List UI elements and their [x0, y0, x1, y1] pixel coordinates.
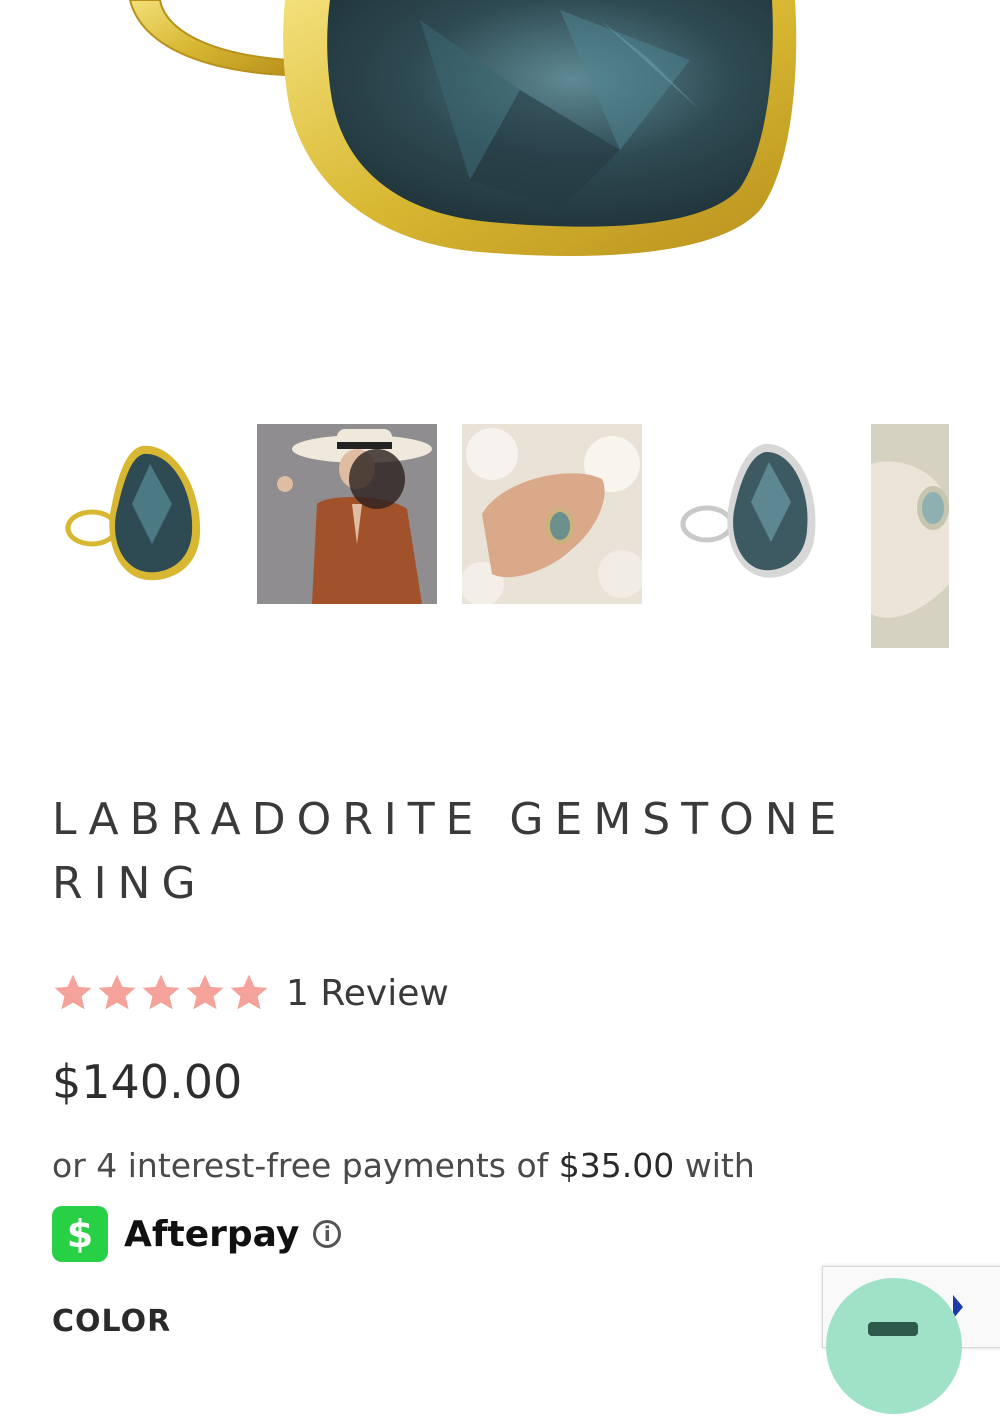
gold-ring-thumbnail[interactable]	[52, 424, 232, 604]
chat-icon	[868, 1322, 918, 1336]
chat-button[interactable]	[826, 1278, 962, 1414]
hand-photo-icon	[462, 424, 642, 604]
color-option-label: COLOR	[52, 1304, 172, 1339]
silver-ring-icon	[680, 443, 816, 578]
hand-flowers-thumbnail[interactable]	[462, 424, 642, 604]
video-thumbnail[interactable]	[871, 424, 949, 648]
star-icon	[54, 974, 92, 1010]
afterpay-label: Afterpay	[124, 1213, 300, 1255]
installment-amount: $35.00	[558, 1146, 675, 1185]
star-icon	[230, 974, 268, 1010]
hand-video-icon	[871, 424, 949, 648]
review-count-link[interactable]: 1 Review	[286, 973, 449, 1014]
afterpay-logo-icon: $	[52, 1206, 108, 1262]
star-icon	[142, 974, 180, 1010]
main-ring-illustration	[128, 0, 797, 256]
installment-prefix: or 4 interest-free payments of	[52, 1146, 549, 1185]
product-title: LABRADORITE GEMSTONE RING	[52, 794, 848, 909]
installment-text: or 4 interest-free payments of $35.00 wi…	[52, 1146, 755, 1185]
thumbnail-gallery	[0, 424, 1000, 654]
product-rating[interactable]: 1 Review	[52, 968, 449, 1018]
main-product-image[interactable]	[0, 0, 1000, 330]
star-icon	[186, 974, 224, 1010]
model-photo-icon	[257, 424, 437, 604]
model-hat-thumbnail[interactable]	[257, 424, 437, 604]
info-icon[interactable]: i	[313, 1220, 342, 1248]
product-price: $140.00	[52, 1055, 243, 1109]
afterpay-badge[interactable]: $ Afterpay i	[52, 1206, 342, 1262]
star-icon	[98, 974, 136, 1010]
gold-ring-icon	[65, 445, 201, 581]
silver-ring-thumbnail[interactable]	[667, 424, 847, 604]
installment-suffix: with	[684, 1146, 755, 1185]
